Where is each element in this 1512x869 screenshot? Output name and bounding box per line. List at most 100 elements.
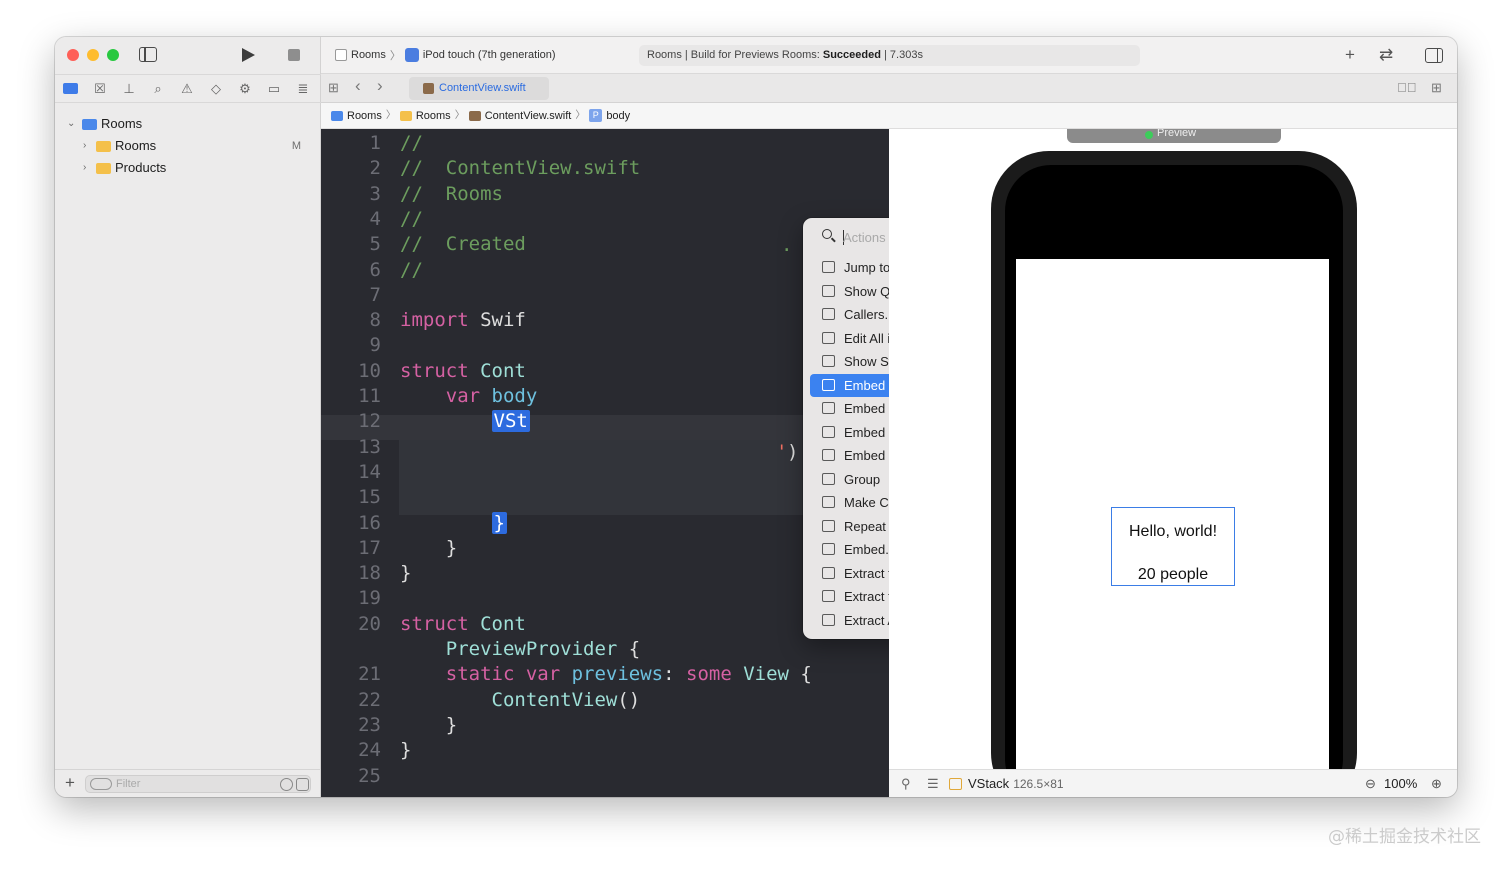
code-token: View (743, 663, 789, 686)
device-icon (404, 48, 419, 62)
code-text: } (400, 511, 507, 536)
tree-item-label: Rooms (101, 116, 143, 131)
back-icon[interactable]: ‹ (355, 76, 361, 96)
breadcrumb-separator: 〉 (575, 109, 586, 121)
tree-item-rooms-project[interactable]: ⌄ Rooms (55, 113, 321, 135)
project-tree: ⌄ Rooms › Rooms M › Products (55, 113, 321, 179)
code-text: ContentView() (400, 688, 641, 713)
code-line[interactable]: PreviewProvider { (321, 637, 889, 662)
code-text: struct Cont (400, 359, 526, 384)
find-navigator-icon[interactable]: ⌕ (150, 81, 166, 97)
code-line[interactable]: 3 // Rooms (321, 182, 889, 207)
navigator-sidebar: ☒ ⊥ ⌕ ⚠ ◇ ⚙ ▭ ≣ ⌄ Rooms › Rooms M › Prod… (55, 37, 321, 797)
tree-item-rooms-folder[interactable]: › Rooms M (55, 135, 321, 157)
zoom-level[interactable]: 100% (1384, 770, 1417, 797)
selected-vstack[interactable]: Hello, world! 20 people (1111, 507, 1235, 586)
menu-item-label: Repeat (844, 518, 886, 534)
symbol-navigator-icon[interactable]: ⊥ (121, 81, 137, 97)
selected-view-label: VStack 126.5×81 (968, 770, 1064, 797)
breadcrumb-item[interactable]: body (606, 103, 630, 129)
action-icon (822, 331, 835, 344)
line-number: 9 (369, 334, 381, 357)
action-icon (822, 496, 835, 508)
modified-badge: M (291, 140, 301, 152)
project-icon (82, 119, 97, 130)
chevron-right-icon[interactable]: › (83, 157, 86, 179)
code-text: struct Cont (400, 612, 526, 637)
close-window-button[interactable] (67, 49, 79, 61)
scheme-selector[interactable]: Rooms 〉 iPod touch (7th generation) (335, 47, 556, 63)
code-text: // Rooms (400, 182, 503, 207)
add-file-button[interactable]: + (65, 773, 75, 793)
code-token: // Created (400, 233, 526, 256)
project-navigator-icon[interactable] (63, 83, 78, 94)
code-token: var (445, 385, 492, 407)
minimize-window-button[interactable] (87, 49, 99, 61)
action-icon (822, 425, 835, 438)
stop-button[interactable] (288, 49, 300, 61)
source-control-icon[interactable]: ☒ (92, 81, 108, 97)
action-icon (822, 613, 835, 626)
activity-time: | 7.303s (880, 49, 923, 61)
add-editor-icon[interactable]: ⊞ (1431, 80, 1442, 96)
grid-icon[interactable]: ⊞ (328, 80, 339, 96)
report-navigator-icon[interactable]: ≣ (295, 81, 311, 97)
breakpoint-navigator-icon[interactable]: ▭ (266, 81, 282, 97)
code-text: } (400, 561, 411, 586)
test-navigator-icon[interactable]: ◇ (208, 81, 224, 97)
code-line[interactable]: 25 (321, 764, 889, 789)
action-icon (822, 308, 835, 320)
code-token: // ContentView.swift (400, 157, 641, 180)
line-number: 25 (358, 764, 381, 787)
code-line[interactable]: 2 // ContentView.swift (321, 156, 889, 181)
zoom-window-button[interactable] (107, 49, 119, 61)
line-number: 20 (358, 612, 381, 635)
debug-navigator-icon[interactable]: ⚙ (237, 81, 253, 97)
vstack-icon (949, 778, 962, 790)
action-icon (822, 590, 835, 602)
run-button[interactable] (242, 48, 255, 62)
selected-view-name: VStack (968, 776, 1010, 791)
tab-contentview-swift[interactable]: ContentView.swift (409, 77, 549, 100)
filter-input[interactable]: Filter (85, 775, 311, 793)
code-token: : (663, 663, 687, 686)
adjust-icon[interactable]: ☰ (927, 770, 939, 797)
breadcrumb-item[interactable]: Rooms (416, 103, 451, 129)
forward-icon[interactable]: › (377, 76, 383, 96)
action-icon (822, 402, 835, 414)
code-text: // (400, 207, 423, 232)
code-line[interactable]: 23 } (321, 713, 889, 738)
scm-filter-icon[interactable] (296, 778, 309, 791)
preview-label[interactable]: Preview (1157, 129, 1196, 139)
preview-canvas[interactable]: Preview Hello, world! 20 people (889, 129, 1457, 769)
issue-navigator-icon[interactable]: ⚠ (179, 81, 195, 97)
code-token: Cont (480, 612, 526, 635)
code-token: } (400, 536, 458, 559)
code-line[interactable]: 24} (321, 738, 889, 763)
inspector-toggle-icon[interactable] (1425, 48, 1443, 63)
code-line[interactable]: 21 static var previews: some View { (321, 662, 889, 687)
code-line[interactable]: 22 ContentView() (321, 688, 889, 713)
sidebar-toggle-icon[interactable] (139, 47, 157, 62)
code-token: static var (445, 663, 572, 686)
scheme-device[interactable]: iPod touch (7th generation) (423, 49, 556, 61)
menu-item-label: Callers... (844, 307, 896, 322)
chevron-right-icon[interactable]: › (83, 135, 86, 157)
tree-item-products[interactable]: › Products (55, 157, 321, 179)
code-review-icon[interactable]: ⇄ (1379, 45, 1393, 65)
library-plus-button[interactable]: + (1345, 45, 1355, 65)
code-overflow-dot: . (781, 234, 793, 256)
editor-options-icon[interactable]: ≣⃞ (1397, 80, 1417, 95)
zoom-out-icon[interactable]: ⊖ (1365, 770, 1376, 797)
chevron-down-icon[interactable]: ⌄ (67, 113, 75, 135)
code-line[interactable]: 1 // (321, 131, 889, 156)
zoom-in-icon[interactable]: ⊕ (1431, 770, 1442, 797)
breadcrumb-item[interactable]: Rooms (347, 103, 382, 129)
search-icon (822, 229, 832, 239)
recent-files-icon[interactable] (280, 778, 293, 791)
pin-icon[interactable]: ⚲ (901, 770, 911, 797)
breadcrumb-item[interactable]: ContentView.swift (485, 103, 572, 129)
